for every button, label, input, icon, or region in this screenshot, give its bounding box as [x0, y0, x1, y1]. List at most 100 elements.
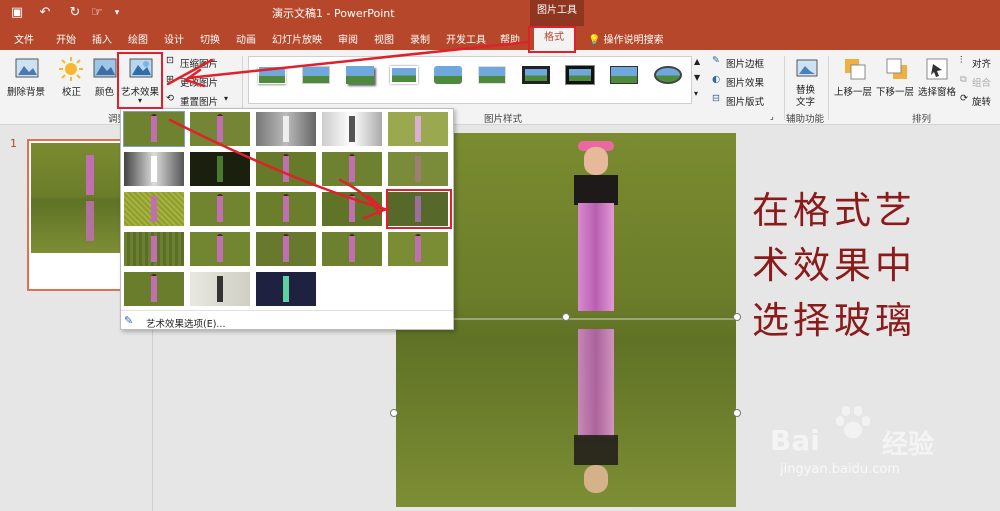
tab-draw[interactable]: 绘图: [128, 31, 148, 46]
color-label[interactable]: 颜色: [95, 84, 114, 98]
picture-layout-icon[interactable]: ⊟: [712, 93, 720, 104]
effect-line-drawing[interactable]: [388, 112, 448, 146]
picture-effects-label[interactable]: 图片效果: [726, 75, 764, 89]
picture-layout-label[interactable]: 图片版式: [726, 94, 764, 108]
change-picture-icon[interactable]: ⊞: [166, 74, 174, 85]
tab-insert[interactable]: 插入: [92, 31, 112, 46]
resize-handle-right[interactable]: [733, 409, 741, 417]
effect-pencil-grayscale[interactable]: [256, 112, 316, 146]
effect-glow-edges[interactable]: [256, 272, 316, 306]
effect-pastels-smooth[interactable]: [322, 232, 382, 266]
picture-style-1[interactable]: [254, 62, 290, 88]
artistic-effects-options-item[interactable]: 艺术效果选项(E)...: [146, 316, 225, 330]
effect-marker[interactable]: [190, 112, 250, 146]
gallery-scroll-down-icon[interactable]: ▼: [694, 73, 700, 82]
title-bar: ▣ ↶ ↻ ☞ ▾ 演示文稿1 - PowerPoint 图片工具: [0, 0, 1000, 26]
picture-style-5[interactable]: [430, 62, 466, 88]
effect-paint-strokes[interactable]: [190, 152, 250, 186]
effect-film-grain[interactable]: [256, 192, 316, 226]
effect-blur[interactable]: [388, 152, 448, 186]
tab-slideshow[interactable]: 幻灯片放映: [272, 31, 322, 46]
selection-pane-label[interactable]: 选择窗格: [918, 84, 956, 98]
effect-watercolor-sponge[interactable]: [190, 192, 250, 226]
girl-jacket: [574, 175, 618, 205]
tab-help[interactable]: 帮助: [500, 31, 520, 46]
touch-mode-icon[interactable]: ☞: [88, 4, 106, 22]
picture-style-6[interactable]: [474, 62, 510, 88]
reset-picture-icon[interactable]: ⟲: [166, 93, 174, 104]
effect-texturizer[interactable]: [190, 232, 250, 266]
bring-forward-label[interactable]: 上移一层: [834, 84, 872, 98]
dialog-launcher-icon[interactable]: ⌟: [770, 112, 774, 121]
effect-pencil-sketch[interactable]: [322, 112, 382, 146]
picture-effects-icon[interactable]: ◐: [712, 74, 720, 85]
resize-handle-left[interactable]: [390, 409, 398, 417]
tell-me-search[interactable]: 💡 操作说明搜索: [588, 31, 664, 46]
send-backward-label[interactable]: 下移一层: [876, 84, 914, 98]
effect-cement[interactable]: [124, 232, 184, 266]
effect-glow-diffused[interactable]: [322, 152, 382, 186]
undo-icon[interactable]: ↶: [36, 4, 54, 22]
effect-light-screen[interactable]: [124, 192, 184, 226]
change-picture-label[interactable]: 更改图片: [180, 75, 218, 89]
effect-crisscross-etching[interactable]: [256, 232, 316, 266]
remove-background-icon[interactable]: [14, 56, 40, 82]
align-icon[interactable]: ⫶: [960, 55, 962, 66]
rotate-icon[interactable]: ⟳: [960, 93, 968, 104]
tab-review[interactable]: 审阅: [338, 31, 358, 46]
alt-text-label-line2[interactable]: 文字: [796, 94, 815, 108]
selection-pane-icon[interactable]: [924, 56, 950, 82]
picture-border-icon[interactable]: ✎: [712, 55, 720, 66]
align-label[interactable]: 对齐: [972, 56, 991, 70]
corrections-label[interactable]: 校正: [62, 84, 81, 98]
compress-picture-icon[interactable]: ⊡: [166, 55, 174, 66]
tab-record[interactable]: 录制: [410, 31, 430, 46]
reset-picture-dropdown-icon[interactable]: ▾: [224, 94, 228, 103]
picture-style-4[interactable]: [386, 62, 422, 88]
group-objects-icon[interactable]: ⧉: [960, 74, 967, 85]
picture-style-7[interactable]: [518, 62, 554, 88]
tab-animations[interactable]: 动画: [236, 31, 256, 46]
save-icon[interactable]: ▣: [8, 4, 26, 22]
picture-style-2[interactable]: [298, 62, 334, 88]
picture-style-3[interactable]: [342, 62, 378, 88]
effect-plastic-wrap[interactable]: [388, 232, 448, 266]
compress-picture-label[interactable]: 压缩图片: [180, 56, 218, 70]
tab-transitions[interactable]: 切换: [200, 31, 220, 46]
customize-qat-icon[interactable]: ▾: [108, 4, 126, 22]
head-reflection: [584, 465, 608, 493]
remove-background-label[interactable]: 删除背景: [7, 84, 45, 98]
effect-chalk-sketch[interactable]: [124, 152, 184, 186]
watermark-brand-cn: 经验: [882, 430, 935, 460]
group-objects-label[interactable]: 组合: [972, 75, 991, 89]
resize-handle-top[interactable]: [562, 313, 570, 321]
tab-view[interactable]: 视图: [374, 31, 394, 46]
picture-style-10[interactable]: [650, 62, 686, 88]
rotate-label[interactable]: 旋转: [972, 94, 991, 108]
gallery-scroll-up-icon[interactable]: ▲: [694, 57, 700, 66]
bring-forward-icon[interactable]: [842, 56, 868, 82]
picture-border-label[interactable]: 图片边框: [726, 56, 764, 70]
alt-text-icon[interactable]: [794, 56, 820, 82]
gallery-more-icon[interactable]: ▾: [694, 89, 698, 98]
resize-handle-top-right[interactable]: [733, 313, 741, 321]
effect-mosaic-bubbles[interactable]: [322, 192, 382, 226]
picture-style-8[interactable]: [562, 62, 598, 88]
tab-file[interactable]: 文件: [14, 31, 34, 46]
effect-photocopy[interactable]: [190, 272, 250, 306]
send-backward-icon[interactable]: [884, 56, 910, 82]
tab-home[interactable]: 开始: [56, 31, 76, 46]
redo-icon[interactable]: ↻: [66, 4, 84, 22]
effect-options-icon[interactable]: ✎: [124, 314, 133, 327]
effect-cutout[interactable]: [124, 272, 184, 306]
picture-style-9[interactable]: [606, 62, 642, 88]
jacket-reflection: [574, 435, 618, 465]
reset-picture-label[interactable]: 重置图片: [180, 94, 218, 108]
highlight-artistic-effects-button: [117, 52, 163, 109]
corrections-sun-icon[interactable]: [58, 56, 84, 82]
effect-none[interactable]: [123, 111, 185, 147]
color-icon[interactable]: [92, 56, 118, 82]
tab-design[interactable]: 设计: [164, 31, 184, 46]
effect-paint-brush[interactable]: [256, 152, 316, 186]
tab-developer[interactable]: 开发工具: [446, 31, 486, 46]
